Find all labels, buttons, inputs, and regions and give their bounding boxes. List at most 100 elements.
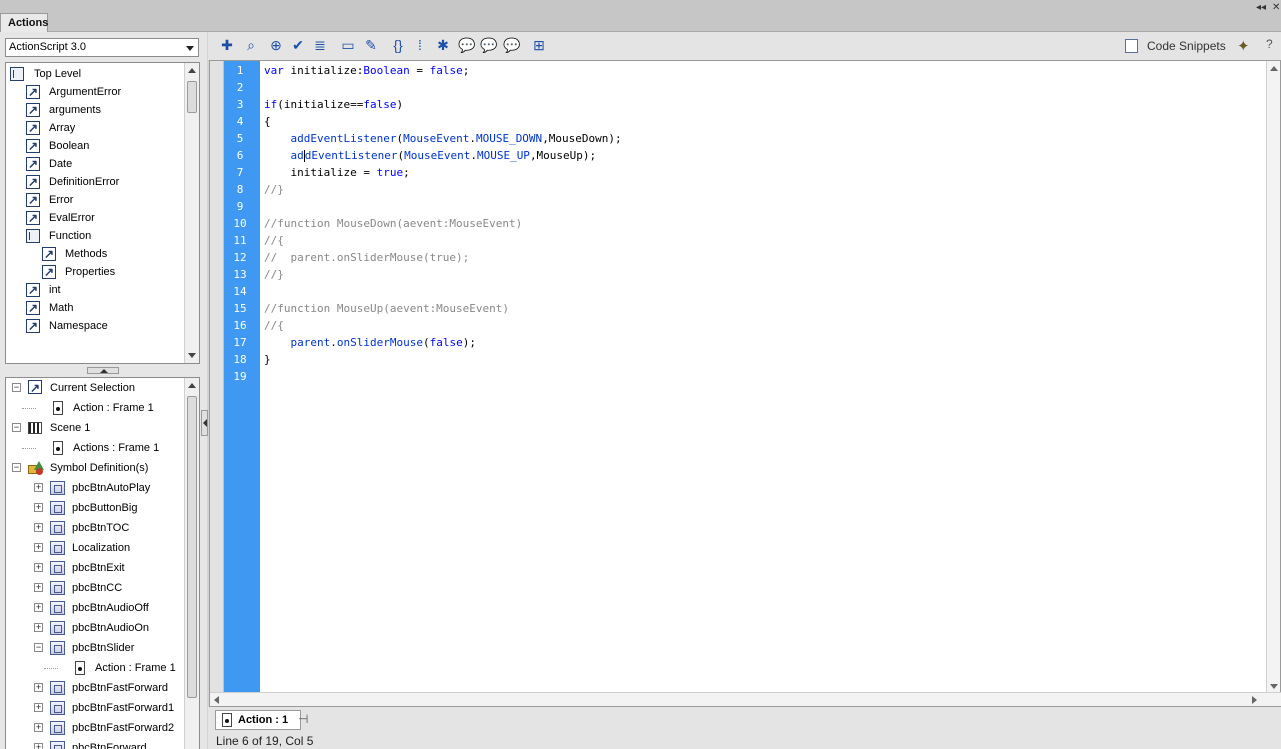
scroll-up-icon[interactable]: [188, 68, 196, 73]
help-icon[interactable]: ?: [1266, 37, 1278, 53]
find-icon[interactable]: ⌕: [242, 37, 260, 54]
expand-icon[interactable]: +: [34, 623, 43, 632]
expand-icon[interactable]: +: [34, 583, 43, 592]
expand-all-icon[interactable]: ✱: [434, 37, 452, 54]
expand-icon[interactable]: +: [34, 683, 43, 692]
scroll-thumb[interactable]: [187, 81, 197, 113]
collapse-panel-icon[interactable]: ◂◂: [1256, 2, 1266, 13]
navigator-item[interactable]: + pbcBtnFastForward1: [6, 698, 182, 718]
show-code-hint-icon[interactable]: ▭: [339, 37, 357, 54]
breakpoint-gutter[interactable]: [210, 61, 224, 694]
navigator-item[interactable]: − Scene 1: [6, 418, 182, 438]
code-line[interactable]: //{: [264, 317, 284, 334]
navigator-item[interactable]: Action : Frame 1: [6, 398, 182, 418]
code-line[interactable]: addEventListener(MouseEvent.MOUSE_DOWN,M…: [264, 130, 622, 147]
navigator-item[interactable]: + pbcBtnAutoPlay: [6, 478, 182, 498]
script-editor[interactable]: 1 2 3 4 5 6 7 8 9 10 11 12 13 14 15 16 17 18 19 var initia…: [209, 60, 1281, 707]
navigator-item[interactable]: − pbcBtnSlider: [6, 638, 182, 658]
collapse-selection-icon[interactable]: ⁞: [411, 37, 429, 54]
navigator-item[interactable]: + pbcBtnForward: [6, 738, 182, 749]
show-hide-toolbox-icon[interactable]: ⊞: [530, 37, 548, 54]
code-line[interactable]: //}: [264, 266, 284, 283]
scroll-right-icon[interactable]: [1252, 696, 1257, 704]
scroll-down-icon[interactable]: [1270, 684, 1278, 689]
tree-connector: [22, 448, 36, 449]
collapse-braces-icon[interactable]: {}: [389, 37, 407, 54]
code-line[interactable]: //{: [264, 232, 284, 249]
navigator-item[interactable]: + pbcBtnCC: [6, 578, 182, 598]
editor-horizontal-scrollbar[interactable]: [210, 692, 1281, 706]
scroll-thumb[interactable]: [187, 396, 197, 698]
add-statement-icon[interactable]: ✚: [218, 37, 236, 54]
collapse-icon[interactable]: −: [12, 383, 21, 392]
scroll-down-icon[interactable]: [188, 353, 196, 358]
code-line[interactable]: addEventListener(MouseEvent.MOUSE_UP,Mou…: [264, 147, 596, 164]
remove-comment-icon[interactable]: 💬: [503, 37, 521, 54]
collapse-icon[interactable]: −: [12, 463, 21, 472]
code-line[interactable]: }: [264, 351, 271, 368]
code-line[interactable]: //}: [264, 181, 284, 198]
navigator-item[interactable]: + pbcBtnFastForward: [6, 678, 182, 698]
navigator-scrollbar[interactable]: [184, 378, 199, 749]
expand-icon[interactable]: +: [34, 483, 43, 492]
toolbox-scrollbar[interactable]: [184, 63, 199, 363]
debug-options-icon[interactable]: ✎: [362, 37, 380, 54]
navigator-item[interactable]: Action : Frame 1: [6, 658, 182, 678]
scroll-left-icon[interactable]: [214, 696, 219, 704]
insert-target-path-icon[interactable]: ⊕: [267, 37, 285, 54]
expand-icon[interactable]: +: [34, 703, 43, 712]
scroll-up-icon[interactable]: [1270, 66, 1278, 71]
code-snippets-button[interactable]: Code Snippets: [1125, 38, 1226, 54]
navigator-item[interactable]: + pbcBtnAudioOn: [6, 618, 182, 638]
navigator-item-label: pbcBtnFastForward1: [72, 702, 175, 714]
code-line[interactable]: // parent.onSliderMouse(true);: [264, 249, 469, 266]
script-assist-wand-icon[interactable]: ✦: [1237, 37, 1250, 55]
scroll-up-icon[interactable]: [188, 383, 196, 388]
line-number: 7: [236, 166, 244, 179]
navigator-item[interactable]: − Current Selection: [6, 378, 182, 398]
actions-panel-tab[interactable]: Actions: [0, 13, 48, 32]
expand-icon[interactable]: +: [34, 543, 43, 552]
toolbox-item-label: int: [49, 284, 61, 296]
navigator-item[interactable]: + Localization: [6, 538, 182, 558]
expand-icon[interactable]: +: [34, 503, 43, 512]
code-line[interactable]: var initialize:Boolean = false;: [264, 62, 469, 79]
collapse-icon[interactable]: −: [12, 423, 21, 432]
expand-icon[interactable]: +: [34, 523, 43, 532]
apply-block-comment-icon[interactable]: 💬: [458, 37, 476, 54]
expand-icon[interactable]: +: [34, 563, 43, 572]
expand-icon[interactable]: +: [34, 743, 43, 749]
panel-collapse-splitter[interactable]: [201, 410, 208, 436]
navigator-item[interactable]: Actions : Frame 1: [6, 438, 182, 458]
pin-script-icon[interactable]: ⊣: [298, 712, 308, 726]
line-number: 14: [233, 285, 247, 298]
script-tab-action-1[interactable]: Action : 1: [215, 710, 301, 730]
navigator-item[interactable]: + pbcBtnTOC: [6, 518, 182, 538]
code-line[interactable]: parent.onSliderMouse(false);: [264, 334, 476, 351]
code-line[interactable]: {: [264, 113, 271, 130]
code-line[interactable]: initialize = true;: [264, 164, 409, 181]
close-panel-icon[interactable]: ✕: [1272, 2, 1280, 13]
navigator-item[interactable]: + pbcBtnFastForward2: [6, 718, 182, 738]
code-line[interactable]: //function MouseUp(aevent:MouseEvent): [264, 300, 509, 317]
panel-titlebar: Actions ◂◂ ✕: [0, 0, 1281, 32]
navigator-item[interactable]: + pbcBtnExit: [6, 558, 182, 578]
navigator-item[interactable]: − Symbol Definition(s): [6, 458, 182, 478]
apply-line-comment-icon[interactable]: 💬: [480, 37, 498, 54]
navigator-item[interactable]: + pbcButtonBig: [6, 498, 182, 518]
check-syntax-icon[interactable]: ✔: [289, 37, 307, 54]
toolbox-splitter[interactable]: [87, 367, 119, 374]
toolbox-item-label: Date: [49, 158, 73, 170]
expand-icon[interactable]: +: [34, 603, 43, 612]
collapse-icon[interactable]: −: [34, 643, 43, 652]
editor-vertical-scrollbar[interactable]: [1266, 61, 1280, 694]
line-number: 2: [236, 81, 244, 94]
expand-icon[interactable]: +: [34, 723, 43, 732]
auto-format-icon[interactable]: ≣: [311, 37, 329, 54]
code-line[interactable]: //function MouseDown(aevent:MouseEvent): [264, 215, 522, 232]
navigator-item[interactable]: + pbcBtnAudioOff: [6, 598, 182, 618]
code-line[interactable]: if(initialize==false): [264, 96, 403, 113]
language-select[interactable]: ActionScript 3.0: [5, 38, 199, 57]
